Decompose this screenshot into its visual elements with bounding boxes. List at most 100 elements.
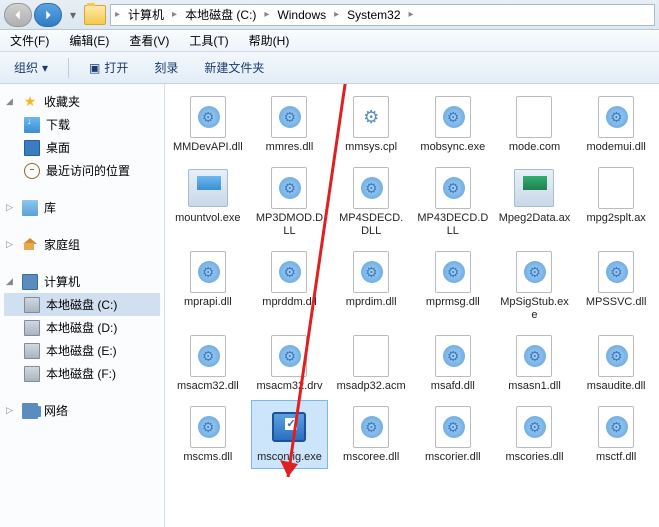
file-icon <box>594 250 638 294</box>
file-item[interactable]: MP43DECD.DLL <box>414 161 492 243</box>
file-item[interactable]: mscorier.dll <box>414 400 492 469</box>
sidebar-drive-e[interactable]: 本地磁盘 (E:) <box>4 339 160 362</box>
file-item[interactable]: msafd.dll <box>414 329 492 398</box>
file-label: mscories.dll <box>505 451 563 464</box>
sidebar-drive-d[interactable]: 本地磁盘 (D:) <box>4 316 160 339</box>
file-content[interactable]: MMDevAPI.dll mmres.dll mmsys.cpl mobsync.ex… <box>165 84 659 527</box>
file-icon <box>512 95 556 139</box>
chevron-icon: ▸ <box>264 9 269 20</box>
file-item[interactable]: MpSigStub.exe <box>496 245 574 327</box>
file-item[interactable]: MMDevAPI.dll <box>169 90 247 159</box>
file-icon <box>431 334 475 378</box>
sidebar-favorites[interactable]: ◢★收藏夹 <box>4 90 160 113</box>
file-icon <box>594 405 638 449</box>
menubar: 文件(F) 编辑(E) 查看(V) 工具(T) 帮助(H) <box>0 30 659 52</box>
file-item[interactable]: msaudite.dll <box>577 329 655 398</box>
file-icon <box>512 405 556 449</box>
file-item[interactable]: MP4SDECD.DLL <box>332 161 410 243</box>
back-button[interactable] <box>4 3 32 27</box>
file-icon <box>267 166 311 210</box>
file-item[interactable]: msacm32.dll <box>169 329 247 398</box>
file-item[interactable]: msctf.dll <box>577 400 655 469</box>
file-item[interactable]: mountvol.exe <box>169 161 247 243</box>
file-item[interactable]: MPSSVC.dll <box>577 245 655 327</box>
crumb-drive-c[interactable]: 本地磁盘 (C:) <box>179 4 262 25</box>
file-label: MP43DECD.DLL <box>417 212 489 238</box>
nav-buttons <box>4 3 62 27</box>
forward-button[interactable] <box>34 3 62 27</box>
file-label: MPSSVC.dll <box>586 296 647 309</box>
file-item[interactable]: msasn1.dll <box>496 329 574 398</box>
newfolder-button[interactable]: 新建文件夹 <box>198 56 270 79</box>
chevron-icon: ▸ <box>409 9 414 20</box>
file-label: msconfig.exe <box>257 451 322 464</box>
sidebar-desktop[interactable]: 桌面 <box>4 136 160 159</box>
file-item[interactable]: mscoree.dll <box>332 400 410 469</box>
file-item[interactable]: mprdim.dll <box>332 245 410 327</box>
burn-button[interactable]: 刻录 <box>148 56 184 79</box>
file-label: mountvol.exe <box>175 212 240 225</box>
file-item[interactable]: modemui.dll <box>577 90 655 159</box>
organize-button[interactable]: 组织 ▾ <box>8 56 54 79</box>
file-item[interactable]: mprmsg.dll <box>414 245 492 327</box>
file-item[interactable]: mscms.dll <box>169 400 247 469</box>
file-icon <box>349 95 393 139</box>
sidebar-homegroup[interactable]: ▷家庭组 <box>4 233 160 256</box>
file-label: mmres.dll <box>266 141 314 154</box>
sidebar-network[interactable]: ▷网络 <box>4 399 160 422</box>
file-item[interactable]: mmsys.cpl <box>332 90 410 159</box>
file-icon <box>186 166 230 210</box>
sidebar-drive-c[interactable]: 本地磁盘 (C:) <box>4 293 160 316</box>
file-item[interactable]: MP3DMOD.DLL <box>251 161 329 243</box>
history-dropdown[interactable]: ▾ <box>66 3 80 27</box>
file-item[interactable]: msadp32.acm <box>332 329 410 398</box>
menu-file[interactable]: 文件(F) <box>6 30 53 51</box>
file-label: mprdim.dll <box>346 296 397 309</box>
file-icon <box>186 334 230 378</box>
sidebar-library[interactable]: ▷库 <box>4 196 160 219</box>
file-icon <box>267 405 311 449</box>
file-label: mobsync.exe <box>420 141 485 154</box>
sidebar-drive-f[interactable]: 本地磁盘 (F:) <box>4 362 160 385</box>
file-label: msasn1.dll <box>508 380 561 393</box>
chevron-icon: ▸ <box>334 9 339 20</box>
file-icon <box>349 166 393 210</box>
menu-edit[interactable]: 编辑(E) <box>65 30 113 51</box>
file-item[interactable]: msconfig.exe <box>251 400 329 469</box>
crumb-windows[interactable]: Windows <box>271 6 332 24</box>
file-label: msafd.dll <box>431 380 475 393</box>
crumb-system32[interactable]: System32 <box>341 6 406 24</box>
file-item[interactable]: mpg2splt.ax <box>577 161 655 243</box>
menu-help[interactable]: 帮助(H) <box>245 30 294 51</box>
file-label: msacm32.drv <box>256 380 322 393</box>
file-label: mscms.dll <box>183 451 232 464</box>
open-button[interactable]: ▣ 打开 <box>83 56 134 79</box>
file-icon <box>594 95 638 139</box>
file-item[interactable]: msacm32.drv <box>251 329 329 398</box>
file-item[interactable]: mprddm.dll <box>251 245 329 327</box>
sidebar-computer[interactable]: ◢计算机 <box>4 270 160 293</box>
file-item[interactable]: mscories.dll <box>496 400 574 469</box>
file-item[interactable]: mmres.dll <box>251 90 329 159</box>
file-icon <box>594 166 638 210</box>
chevron-icon: ▸ <box>172 9 177 20</box>
file-icon <box>186 250 230 294</box>
file-icon <box>594 334 638 378</box>
crumb-computer[interactable]: 计算机 <box>122 4 170 25</box>
file-label: mprmsg.dll <box>426 296 480 309</box>
file-item[interactable]: mobsync.exe <box>414 90 492 159</box>
menu-view[interactable]: 查看(V) <box>125 30 173 51</box>
file-item[interactable]: mprapi.dll <box>169 245 247 327</box>
sidebar-recent[interactable]: 最近访问的位置 <box>4 159 160 182</box>
sidebar-downloads[interactable]: 下载 <box>4 113 160 136</box>
file-icon <box>431 166 475 210</box>
file-icon <box>512 250 556 294</box>
menu-tools[interactable]: 工具(T) <box>185 30 232 51</box>
file-icon <box>512 334 556 378</box>
file-item[interactable]: mode.com <box>496 90 574 159</box>
file-icon <box>431 95 475 139</box>
file-item[interactable]: Mpeg2Data.ax <box>496 161 574 243</box>
file-label: mprddm.dll <box>262 296 316 309</box>
file-icon <box>431 250 475 294</box>
breadcrumb[interactable]: ▸ 计算机 ▸ 本地磁盘 (C:) ▸ Windows ▸ System32 ▸ <box>110 4 655 26</box>
